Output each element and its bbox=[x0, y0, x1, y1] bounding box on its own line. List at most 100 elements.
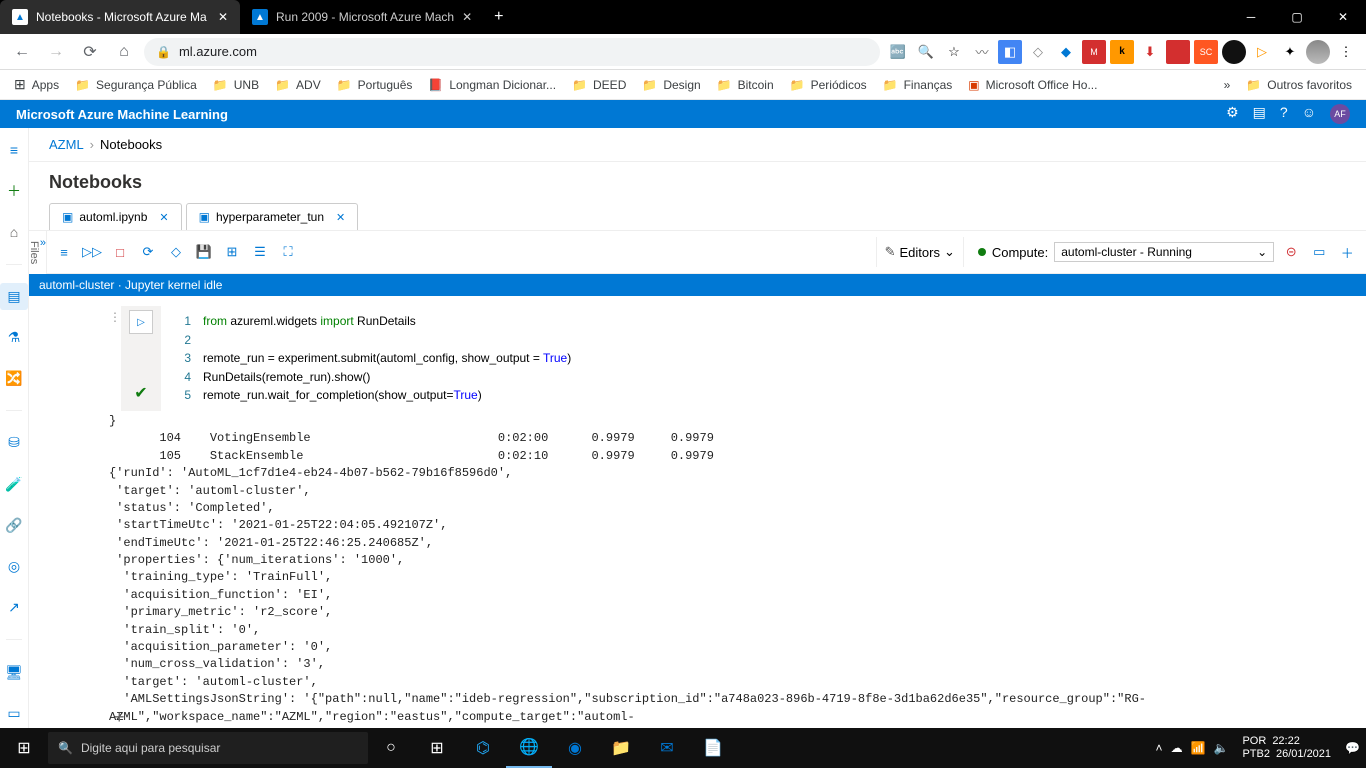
ext-icon[interactable]: M bbox=[1082, 40, 1106, 64]
bookmark-folder[interactable]: 📁Design bbox=[636, 74, 706, 96]
notebook-header-icon[interactable]: ▤ bbox=[1253, 104, 1266, 124]
ext-icon[interactable]: ⬇ bbox=[1138, 40, 1162, 64]
translate-icon[interactable]: 🔤 bbox=[886, 40, 910, 64]
compute-details-icon[interactable]: ▭ bbox=[1308, 241, 1330, 263]
save-icon[interactable]: 💾 bbox=[193, 241, 215, 263]
taskbar-clock[interactable]: POR22:22 PTB226/01/2021 bbox=[1236, 735, 1337, 761]
taskbar-chrome-icon[interactable]: 🌐 bbox=[506, 728, 552, 768]
windows-start-button[interactable]: ⊞ bbox=[0, 738, 48, 758]
other-bookmarks[interactable]: 📁Outros favoritos bbox=[1240, 74, 1358, 96]
bookmark-folder[interactable]: 📁Finanças bbox=[877, 74, 959, 96]
bookmark-folder[interactable]: 📁Português bbox=[331, 74, 419, 96]
cell-drag-handle[interactable]: ⋮⋮ bbox=[109, 306, 121, 411]
ext-icon[interactable]: SC bbox=[1194, 40, 1218, 64]
ext-icon[interactable]: ◇ bbox=[1026, 40, 1050, 64]
ext-icon[interactable]: ◧ bbox=[998, 40, 1022, 64]
tray-wifi-icon[interactable]: 📶 bbox=[1191, 741, 1206, 755]
close-tab-icon[interactable]: ✕ bbox=[159, 211, 168, 224]
file-tab[interactable]: ▣ hyperparameter_tun ✕ bbox=[186, 203, 359, 230]
taskbar-app-icon[interactable]: 📄 bbox=[690, 728, 736, 768]
ext-icon[interactable] bbox=[1166, 40, 1190, 64]
rail-home-icon[interactable]: ⌂ bbox=[0, 218, 28, 245]
compute-selector[interactable]: automl-cluster - Running⌄ bbox=[1054, 242, 1274, 262]
taskbar-edge-icon[interactable]: ◉ bbox=[552, 728, 598, 768]
taskbar-vscode-icon[interactable]: ⌬ bbox=[460, 728, 506, 768]
browser-tab[interactable]: ▲ Notebooks - Microsoft Azure Ma ✕ bbox=[0, 0, 240, 34]
tray-chevron-up-icon[interactable]: ˄ bbox=[1156, 741, 1163, 755]
tray-onedrive-icon[interactable]: ☁ bbox=[1171, 741, 1183, 755]
apps-bookmark[interactable]: ⊞Apps bbox=[8, 72, 65, 97]
rail-endpoints-icon[interactable]: ↗ bbox=[0, 594, 28, 621]
file-tab[interactable]: ▣ automl.ipynb ✕ bbox=[49, 203, 182, 230]
taskbar-cortana-icon[interactable]: ○ bbox=[368, 728, 414, 768]
user-avatar[interactable]: AF bbox=[1330, 104, 1350, 124]
rail-automl-icon[interactable]: ⚗ bbox=[0, 324, 28, 351]
feedback-smile-icon[interactable]: ☺ bbox=[1302, 104, 1316, 124]
close-tab-icon[interactable]: ✕ bbox=[336, 211, 345, 224]
rail-experiments-icon[interactable]: 🧪 bbox=[0, 471, 28, 498]
bookmark-item[interactable]: ▣Microsoft Office Ho... bbox=[962, 74, 1103, 96]
expand-icon[interactable]: ⛶ bbox=[277, 241, 299, 263]
windows-search-input[interactable]: 🔍 Digite aqui para pesquisar bbox=[48, 732, 368, 764]
settings-gear-icon[interactable]: ⚙ bbox=[1226, 104, 1239, 124]
add-cell-button[interactable]: + bbox=[114, 707, 125, 728]
ext-icon[interactable]: ◆ bbox=[1054, 40, 1078, 64]
breadcrumb-workspace[interactable]: AZML bbox=[49, 137, 84, 152]
bookmark-folder[interactable]: 📁UNB bbox=[207, 74, 265, 96]
restart-kernel-icon[interactable]: ⟳ bbox=[137, 241, 159, 263]
rail-compute-icon[interactable]: 🖥 bbox=[0, 658, 28, 685]
code-cell[interactable]: 1from azureml.widgets import RunDetails … bbox=[161, 306, 1366, 411]
toolbar-menu-icon[interactable]: ≡ bbox=[53, 241, 75, 263]
tab-close-icon[interactable]: ✕ bbox=[462, 10, 472, 24]
ext-icon[interactable]: 〰 bbox=[970, 40, 994, 64]
stop-icon[interactable]: □ bbox=[109, 241, 131, 263]
bookmark-item[interactable]: 📕Longman Dicionar... bbox=[422, 74, 562, 96]
add-compute-icon[interactable]: ＋ bbox=[1336, 241, 1358, 263]
nav-reload-button[interactable]: ⟳ bbox=[76, 38, 104, 66]
bookmark-star-icon[interactable]: ☆ bbox=[942, 40, 966, 64]
taskbar-mail-icon[interactable]: ✉ bbox=[644, 728, 690, 768]
ext-icon[interactable]: ▷ bbox=[1250, 40, 1274, 64]
browser-tab[interactable]: ▲ Run 2009 - Microsoft Azure Mach ✕ bbox=[240, 0, 484, 34]
help-icon[interactable]: ? bbox=[1280, 104, 1288, 124]
rail-new-icon[interactable]: ＋ bbox=[0, 177, 28, 204]
stop-compute-icon[interactable]: ⊝ bbox=[1280, 241, 1302, 263]
window-close-button[interactable]: ✕ bbox=[1320, 0, 1366, 34]
rail-notebooks-icon[interactable]: ▤ bbox=[0, 283, 28, 310]
bookmark-folder[interactable]: 📁DEED bbox=[566, 74, 632, 96]
taskbar-taskview-icon[interactable]: ⊞ bbox=[414, 728, 460, 768]
profile-avatar[interactable] bbox=[1306, 40, 1330, 64]
zoom-icon[interactable]: 🔍 bbox=[914, 40, 938, 64]
chrome-menu-button[interactable]: ⋮ bbox=[1334, 40, 1358, 64]
extensions-icon[interactable]: ✦ bbox=[1278, 40, 1302, 64]
bookmark-folder[interactable]: 📁ADV bbox=[269, 74, 327, 96]
rail-designer-icon[interactable]: 🔀 bbox=[0, 365, 28, 392]
bookmarks-overflow-button[interactable]: » bbox=[1218, 74, 1237, 96]
window-maximize-button[interactable]: ▢ bbox=[1274, 0, 1320, 34]
clear-output-icon[interactable]: ◇ bbox=[165, 241, 187, 263]
taskbar-explorer-icon[interactable]: 📁 bbox=[598, 728, 644, 768]
run-all-icon[interactable]: ▷▷ bbox=[81, 241, 103, 263]
rail-models-icon[interactable]: ◎ bbox=[0, 553, 28, 580]
run-cell-button[interactable]: ▷ bbox=[129, 310, 153, 334]
toc-icon[interactable]: ☰ bbox=[249, 241, 271, 263]
tray-notifications-icon[interactable]: 💬 bbox=[1345, 741, 1360, 755]
window-minimize-button[interactable]: ─ bbox=[1228, 0, 1274, 34]
nav-forward-button[interactable]: → bbox=[42, 38, 70, 66]
rail-datasets-icon[interactable]: ⛁ bbox=[0, 429, 28, 456]
rail-datastores-icon[interactable]: ▭ bbox=[0, 700, 28, 727]
new-tab-button[interactable]: + bbox=[484, 8, 513, 26]
tab-close-icon[interactable]: ✕ bbox=[218, 10, 228, 24]
url-input[interactable]: 🔒 ml.azure.com bbox=[144, 38, 880, 66]
nav-back-button[interactable]: ← bbox=[8, 38, 36, 66]
files-panel-toggle[interactable]: »Files bbox=[29, 231, 47, 274]
variables-icon[interactable]: ⊞ bbox=[221, 241, 243, 263]
ext-icon[interactable]: k bbox=[1110, 40, 1134, 64]
editors-dropdown[interactable]: ✎ Editors ⌄ bbox=[876, 237, 964, 267]
rail-hamburger-icon[interactable]: ≡ bbox=[0, 136, 28, 163]
nav-home-button[interactable]: ⌂ bbox=[110, 38, 138, 66]
bookmark-folder[interactable]: 📁Segurança Pública bbox=[69, 74, 203, 96]
rail-pipelines-icon[interactable]: 🔗 bbox=[0, 512, 28, 539]
ext-icon[interactable] bbox=[1222, 40, 1246, 64]
tray-volume-icon[interactable]: 🔈 bbox=[1214, 741, 1229, 755]
